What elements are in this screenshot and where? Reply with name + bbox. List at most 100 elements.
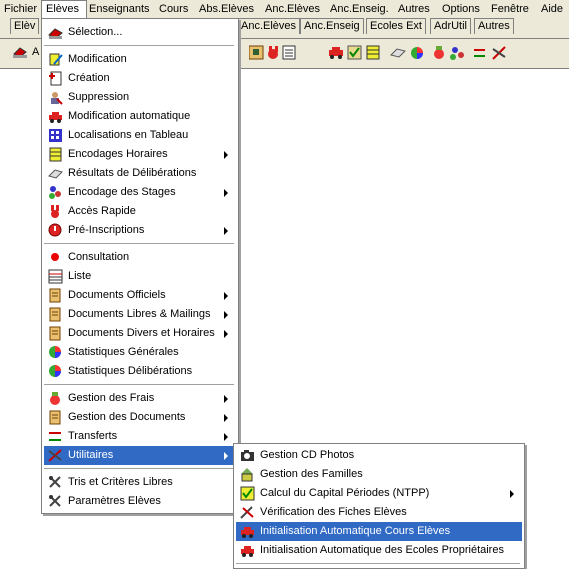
tb-tools-icon	[492, 46, 506, 60]
eleves-menu-item[interactable]: Statistiques Générales	[44, 343, 236, 362]
utilitaires-menu-item-label: Initialisation Automatique Cours Elèves	[260, 525, 451, 537]
eleves-menu-item-label: Pré-Inscriptions	[68, 224, 145, 236]
menu-eleves[interactable]: Elèves	[41, 0, 87, 18]
submenu-arrow-icon	[224, 330, 228, 338]
eraser-icon	[48, 166, 63, 181]
house-icon	[240, 467, 255, 482]
eleves-menu-item-label: Liste	[68, 270, 92, 282]
eleves-menu-item[interactable]: Transferts	[44, 427, 236, 446]
eleves-menu-item[interactable]: Gestion des Documents	[44, 408, 236, 427]
eleves-menu-item[interactable]: Documents Libres & Mailings	[44, 305, 236, 324]
toolbar-partial-label: A	[32, 46, 40, 58]
menu-autres[interactable]: Autres	[394, 0, 434, 18]
eleves-menu-item-label: Sélection...	[68, 26, 123, 38]
utilitaires-menu-item[interactable]: Vérification des Fiches Elèves	[236, 503, 522, 522]
eleves-menu-item[interactable]: Paramètres Elèves	[44, 492, 236, 511]
camera-icon	[240, 448, 255, 463]
utilitaires-menu-item[interactable]: Initialisation Automatique Cours Elèves	[236, 522, 522, 541]
eleves-menu-item[interactable]: Statistiques Délibérations	[44, 362, 236, 381]
stats-icon	[48, 364, 63, 379]
tab-anc-eleves[interactable]: Anc.Elèves	[237, 18, 301, 34]
document-icon	[48, 307, 63, 322]
tab-ecoles-ext[interactable]: Ecoles Ext	[366, 18, 426, 34]
tab-anc-enseig[interactable]: Anc.Enseig	[300, 18, 364, 34]
eleves-menu-item[interactable]: Tris et Critères Libres	[44, 473, 236, 492]
eleves-menu-item[interactable]: Création	[44, 69, 236, 88]
menu-fenetre[interactable]: Fenêtre	[487, 0, 533, 18]
eleves-menu-item-label: Documents Libres & Mailings	[68, 308, 211, 320]
menu-abs-eleves[interactable]: Abs.Elèves	[195, 0, 258, 18]
eleves-menu-item[interactable]: Gestion des Frais	[44, 389, 236, 408]
money-bag-icon	[48, 391, 63, 406]
submenu-arrow-icon	[224, 414, 228, 422]
utilitaires-menu-item-label: Vérification des Fiches Elèves	[260, 506, 407, 518]
eleves-menu-item-label: Consultation	[68, 251, 130, 263]
eleves-menu-item[interactable]: Documents Divers et Horaires	[44, 324, 236, 343]
eleves-menu-item-label: Accès Rapide	[68, 205, 136, 217]
tb-transfer-icon	[474, 49, 485, 57]
preinscription-icon	[48, 223, 63, 238]
eleves-menu-item[interactable]: Encodage des Stages	[44, 183, 236, 202]
menu-anc-enseig[interactable]: Anc.Enseig.	[326, 0, 393, 18]
eleves-menu-item-label: Statistiques Générales	[68, 346, 179, 358]
user-delete-icon	[48, 90, 63, 105]
eleves-menu-item[interactable]: Consultation	[44, 248, 236, 267]
eleves-menu-item-label: Gestion des Frais	[68, 392, 155, 404]
menu-separator	[44, 243, 234, 245]
rabbit-icon	[48, 204, 63, 219]
new-document-icon	[48, 71, 63, 86]
utilitaires-menu-item[interactable]: Gestion CD Photos	[236, 446, 522, 465]
eleves-menu-item[interactable]: Pré-Inscriptions	[44, 221, 236, 240]
utilitaires-menu-item-label: Gestion CD Photos	[260, 449, 355, 461]
sort-icon	[48, 475, 63, 490]
tb-stages-icon	[450, 47, 464, 60]
submenu-arrow-icon	[224, 395, 228, 403]
menu-options[interactable]: Options	[438, 0, 484, 18]
eleves-menu-item-label: Encodages Horaires	[68, 148, 168, 160]
tb-puzzle-icon	[248, 45, 264, 60]
utilitaires-submenu: Gestion CD Photos Gestion des Familles Cal…	[233, 443, 525, 569]
selection-toolbar-icon[interactable]	[12, 45, 28, 59]
eleves-menu-item[interactable]: Documents Officiels	[44, 286, 236, 305]
tb-rabbit-icon	[268, 46, 278, 59]
eleves-menu-item[interactable]: Accès Rapide	[44, 202, 236, 221]
eleves-menu-item-label: Modification	[68, 53, 127, 65]
tb-bag-icon	[434, 46, 444, 59]
eleves-menu-item[interactable]: Modification automatique	[44, 107, 236, 126]
eleves-menu-item[interactable]: Liste	[44, 267, 236, 286]
menu-separator	[44, 45, 234, 47]
eleves-menu-item[interactable]: Résultats de Délibérations	[44, 164, 236, 183]
menu-aide[interactable]: Aide	[537, 0, 567, 18]
eleves-menu-item-label: Utilitaires	[68, 449, 114, 461]
menu-cours[interactable]: Cours	[155, 0, 192, 18]
utilitaires-menu-item[interactable]: Gestion des Familles	[236, 465, 522, 484]
utilitaires-menu-item[interactable]: Initialisation Automatique des Ecoles Pr…	[236, 541, 522, 560]
utilitaires-menu-item[interactable]: Calcul du Capital Périodes (NTPP)	[236, 484, 522, 503]
eleves-menu-item[interactable]: Suppression	[44, 88, 236, 107]
menu-anc-eleves[interactable]: Anc.Elèves	[261, 0, 324, 18]
eleves-menu-item-label: Documents Officiels	[68, 289, 166, 301]
eleves-menu-item-label: Suppression	[68, 91, 130, 103]
tab-adrutil[interactable]: AdrUtil	[430, 18, 472, 34]
menu-separator	[44, 384, 234, 386]
eleves-menu-item[interactable]: Sélection...	[44, 23, 236, 42]
eleves-menu-item[interactable]: Modification	[44, 50, 236, 69]
eleves-menu-item[interactable]: Utilitaires	[44, 446, 236, 465]
eleves-menu-item[interactable]: Encodages Horaires	[44, 145, 236, 164]
selection-icon	[48, 25, 63, 40]
eleves-menu-item-label: Documents Divers et Horaires	[68, 327, 215, 339]
submenu-arrow-icon	[224, 311, 228, 319]
menu-fichier[interactable]: Fichier	[0, 0, 41, 18]
eleves-menu-item-label: Statistiques Délibérations	[68, 365, 193, 377]
menu-enseignants[interactable]: Enseignants	[85, 0, 154, 18]
tab-eleves[interactable]: Elèv	[10, 18, 40, 34]
eleves-menu-item-label: Paramètres Elèves	[68, 495, 161, 507]
table-grid-icon	[48, 128, 63, 143]
eleves-menu-item[interactable]: Localisations en Tableau	[44, 126, 236, 145]
eleves-menu-item-label: Tris et Critères Libres	[68, 476, 173, 488]
eleves-menu: Sélection... Modification Création Suppress…	[41, 18, 239, 514]
submenu-arrow-icon	[224, 227, 228, 235]
tab-autres[interactable]: Autres	[474, 18, 514, 34]
eleves-menu-item-label: Transferts	[68, 430, 118, 442]
document-icon	[48, 288, 63, 303]
